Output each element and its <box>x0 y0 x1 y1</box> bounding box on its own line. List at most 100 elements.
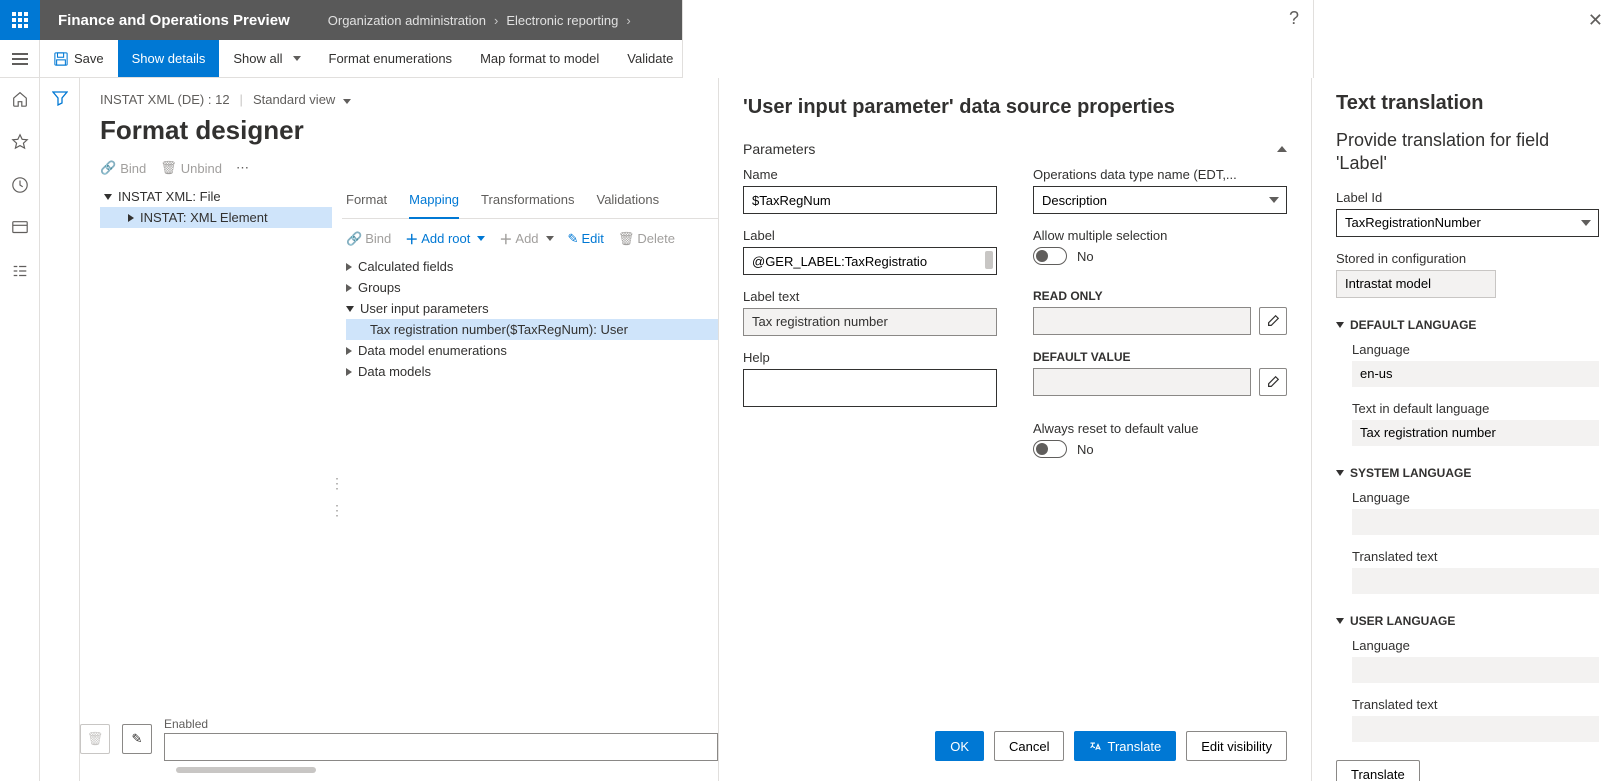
close-icon[interactable]: ✕ <box>1588 10 1603 31</box>
app-title: Finance and Operations Preview <box>40 0 308 40</box>
edit-enabled-button[interactable]: ✎ <box>122 724 152 754</box>
always-reset-toggle[interactable] <box>1033 440 1067 458</box>
home-icon[interactable] <box>11 90 29 111</box>
enabled-label: Enabled <box>164 717 718 731</box>
format-tree: INSTAT XML: File INSTAT: XML Element <box>100 186 332 781</box>
breadcrumb-item[interactable]: Organization administration <box>328 13 486 28</box>
label-text-label: Label text <box>743 289 997 304</box>
tab-format[interactable]: Format <box>346 186 387 218</box>
favorite-icon[interactable] <box>11 133 29 154</box>
map-add-button: ＋Add <box>499 229 553 248</box>
name-input[interactable] <box>743 186 997 214</box>
enabled-input[interactable] <box>164 733 718 761</box>
cancel-button[interactable]: Cancel <box>994 731 1064 761</box>
save-button[interactable]: Save <box>40 40 118 77</box>
splitter-v[interactable] <box>332 502 342 519</box>
text-default-value <box>1352 420 1599 446</box>
always-reset-label: Always reset to default value <box>1033 421 1287 436</box>
translate-action-button[interactable]: Translate <box>1336 760 1420 781</box>
bind-button: 🔗 Bind <box>100 160 146 176</box>
tree-node-root[interactable]: INSTAT XML: File <box>100 186 332 207</box>
system-language-head[interactable]: SYSTEM LANGUAGE <box>1336 466 1599 480</box>
validate-button[interactable]: Validate <box>613 40 687 77</box>
nav-toggle[interactable] <box>0 40 40 77</box>
tree-node-child[interactable]: INSTAT: XML Element <box>100 207 332 228</box>
tab-transformations[interactable]: Transformations <box>481 186 574 218</box>
read-only-value <box>1033 307 1251 335</box>
edit-default-value-button[interactable] <box>1259 368 1287 396</box>
trans-title: Text translation <box>1336 92 1599 115</box>
system-translated-label: Translated text <box>1352 549 1599 564</box>
translate-button[interactable]: Translate <box>1074 731 1176 761</box>
system-lang-label: Language <box>1352 490 1599 505</box>
horizontal-scrollbar[interactable] <box>176 767 316 773</box>
default-lang-value <box>1352 361 1599 387</box>
ok-button[interactable]: OK <box>935 731 984 761</box>
unbind-button: 🗑 Unbind <box>160 160 222 176</box>
default-language-head[interactable]: DEFAULT LANGUAGE <box>1336 318 1599 332</box>
help-label: Help <box>743 350 997 365</box>
map-node-calc[interactable]: Calculated fields <box>346 256 718 277</box>
map-node-dm[interactable]: Data models <box>346 361 718 382</box>
user-translated-label: Translated text <box>1352 697 1599 712</box>
map-node-user-params[interactable]: User input parameters <box>346 298 718 319</box>
mapping-tree: Calculated fields Groups User input para… <box>342 256 718 382</box>
workspace-icon[interactable] <box>11 219 29 240</box>
props-section-head[interactable]: Parameters <box>719 127 1311 167</box>
stored-label: Stored in configuration <box>1336 251 1599 266</box>
format-enumerations-button[interactable]: Format enumerations <box>315 40 467 77</box>
label-text-value: Tax registration number <box>743 308 997 336</box>
design-tabs: Format Mapping Transformations Validatio… <box>342 186 718 219</box>
map-node-taxreg[interactable]: Tax registration number($TaxRegNum): Use… <box>346 319 718 340</box>
filter-column <box>40 78 80 781</box>
app-launcher[interactable] <box>0 0 40 40</box>
filter-icon[interactable] <box>52 90 68 109</box>
always-reset-value: No <box>1077 442 1094 457</box>
system-translated-value[interactable] <box>1352 568 1599 594</box>
help-icon[interactable]: ? <box>1289 8 1299 29</box>
tab-mapping[interactable]: Mapping <box>409 186 459 219</box>
delete-enabled-button: 🗑 <box>80 724 110 754</box>
breadcrumb: Organization administration › Electronic… <box>308 0 639 40</box>
config-name: INSTAT XML (DE) : 12 <box>100 92 230 107</box>
edt-label: Operations data type name (EDT,... <box>1033 167 1287 182</box>
show-details-button[interactable]: Show details <box>118 40 220 77</box>
translation-panel: Text translation Provide translation for… <box>1311 78 1621 781</box>
edt-select[interactable] <box>1033 186 1287 214</box>
map-node-groups[interactable]: Groups <box>346 277 718 298</box>
chevron-up-icon <box>1277 146 1287 152</box>
label-input[interactable] <box>743 247 997 275</box>
add-root-button[interactable]: ＋Add root <box>405 229 485 248</box>
text-default-label: Text in default language <box>1352 401 1599 416</box>
default-lang-label: Language <box>1352 342 1599 357</box>
properties-panel: 'User input parameter' data source prope… <box>718 78 1311 781</box>
map-edit-button[interactable]: ✎ Edit <box>568 231 604 247</box>
tab-validations[interactable]: Validations <box>596 186 659 218</box>
label-label: Label <box>743 228 997 243</box>
system-lang-value[interactable] <box>1352 509 1599 535</box>
breadcrumb-item[interactable]: Electronic reporting <box>506 13 618 28</box>
map-node-dme[interactable]: Data model enumerations <box>346 340 718 361</box>
allow-multi-toggle[interactable] <box>1033 247 1067 265</box>
user-lang-label: Language <box>1352 638 1599 653</box>
allow-multi-value: No <box>1077 249 1094 264</box>
recent-icon[interactable] <box>11 176 29 197</box>
user-translated-value[interactable] <box>1352 716 1599 742</box>
default-value-value <box>1033 368 1251 396</box>
view-selector[interactable]: Standard view <box>253 92 351 107</box>
map-format-button[interactable]: Map format to model <box>466 40 613 77</box>
user-language-head[interactable]: USER LANGUAGE <box>1336 614 1599 628</box>
edit-visibility-button[interactable]: Edit visibility <box>1186 731 1287 761</box>
stored-value <box>1336 270 1496 298</box>
label-id-label: Label Id <box>1336 190 1599 205</box>
edit-read-only-button[interactable] <box>1259 307 1287 335</box>
label-id-select[interactable] <box>1336 209 1599 237</box>
props-title: 'User input parameter' data source prope… <box>719 78 1311 127</box>
allow-multi-label: Allow multiple selection <box>1033 228 1287 243</box>
modules-icon[interactable] <box>11 262 29 283</box>
help-input[interactable] <box>743 369 997 407</box>
user-lang-value[interactable] <box>1352 657 1599 683</box>
show-all-button[interactable]: Show all <box>219 40 314 77</box>
more-actions[interactable]: ⋯ <box>236 160 251 176</box>
splitter[interactable] <box>332 186 342 781</box>
